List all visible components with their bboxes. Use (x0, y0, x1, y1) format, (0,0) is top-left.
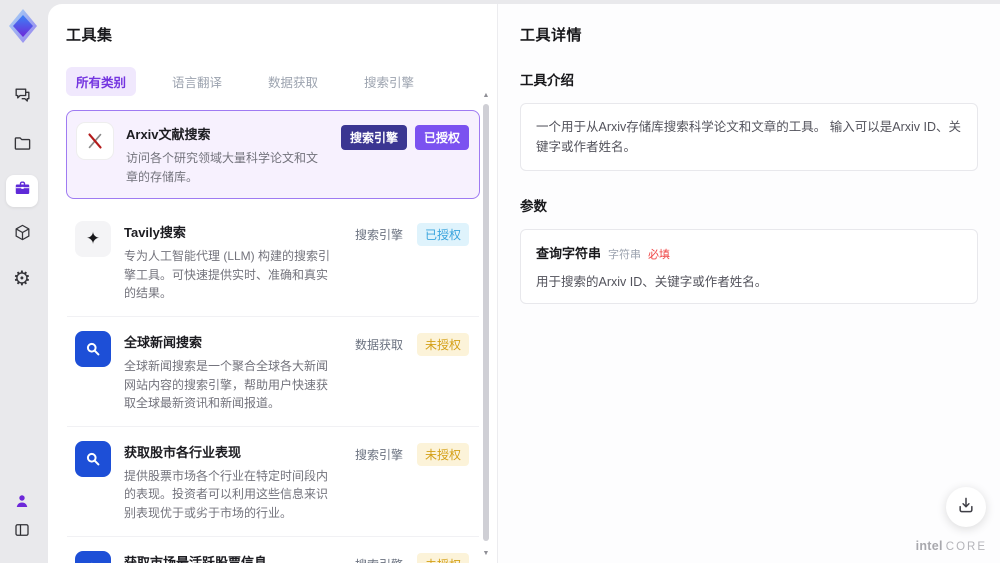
param-required-flag: 必填 (648, 249, 671, 261)
app-logo (6, 6, 40, 51)
sidebar-item-models[interactable] (6, 219, 38, 251)
auth-status-badge: 未授权 (416, 332, 469, 356)
category-tab[interactable]: 所有类别 (66, 67, 137, 96)
params-heading: 参数 (520, 199, 547, 214)
auth-status-badge: 未授权 (416, 442, 469, 466)
tool-info: Tavily搜索 专为人工智能代理 (LLM) 构建的搜索引擎工具。可快速提供实… (124, 221, 336, 303)
category-tabs: 所有类别 语言翻译 数据获取 搜索引擎 (66, 67, 479, 96)
category-badge: 搜索引擎 (354, 228, 403, 243)
tool-icon (75, 550, 111, 563)
tool-card[interactable]: 全球新闻搜索 全球新闻搜索是一个聚合全球各大新闻网站内容的搜索引擎，帮助用户快速… (66, 317, 480, 427)
tool-detail-pane: 工具详情 工具介绍 一个用于从Arxiv存储库搜索科学论文和文章的工具。 输入可… (498, 4, 1000, 563)
category-tab[interactable]: 语言翻译 (162, 67, 232, 96)
intro-heading: 工具介绍 (520, 73, 574, 88)
tool-icon (75, 440, 111, 477)
tool-badges: 搜索引擎 已授权 (349, 221, 469, 303)
detail-title: 工具详情 (520, 27, 583, 44)
brand-primary: intel (915, 539, 943, 553)
intel-core-logo: intel CORE (916, 539, 987, 553)
gear-icon: ⚙ (13, 268, 31, 290)
param-description: 用于搜索的Arxiv ID、关键字或作者姓名。 (536, 275, 768, 289)
toolset-pane: 工具集 所有类别 语言翻译 数据获取 搜索引擎 Arxiv文献搜索 访问各个研究… (48, 4, 498, 563)
tool-icon (77, 123, 113, 159)
tool-name: 获取市场最活跃股票信息 (124, 554, 268, 563)
tool-icon (75, 330, 111, 367)
tool-description: 全球新闻搜索是一个聚合全球各大新闻网站内容的搜索引擎，帮助用户快速获取全球最新资… (124, 358, 329, 411)
tool-info: 全球新闻搜索 全球新闻搜索是一个聚合全球各大新闻网站内容的搜索引擎，帮助用户快速… (124, 331, 336, 413)
tool-name: 获取股市各行业表现 (124, 444, 242, 460)
tool-info: 获取股市各行业表现 提供股票市场各个行业在特定时间段内的表现。投资者可以利用这些… (124, 441, 336, 523)
download-icon (956, 495, 976, 520)
tool-info: 获取市场最活跃股票信息 提供当天交易量最高的股票列表，投资者可以利用这些信息来识… (124, 551, 336, 563)
sidebar: ⚙ (0, 0, 48, 563)
sidebar-item-settings[interactable]: ⚙ (6, 263, 38, 295)
param-box: 查询字符串 字符串 必填 用于搜索的Arxiv ID、关键字或作者姓名。 (520, 229, 978, 304)
toolset-title: 工具集 (66, 27, 113, 44)
category-tab[interactable]: 搜索引擎 (354, 67, 424, 96)
tool-badges: 搜索引擎 已授权 (340, 123, 469, 186)
tool-list: Arxiv文献搜索 访问各个研究领域大量科学论文和文章的存储库。 搜索引擎 已授… (66, 110, 480, 563)
sidebar-item-files[interactable] (6, 130, 38, 162)
tool-card[interactable]: 获取市场最活跃股票信息 提供当天交易量最高的股票列表，投资者可以利用这些信息来识… (66, 537, 480, 563)
download-button[interactable] (946, 487, 986, 527)
tool-card[interactable]: ✦ Tavily搜索 专为人工智能代理 (LLM) 构建的搜索引擎工具。可快速提… (66, 207, 480, 317)
intro-text: 一个用于从Arxiv存储库搜索科学论文和文章的工具。 输入可以是Arxiv ID… (536, 120, 962, 154)
chat-icon (13, 86, 32, 110)
param-type: 字符串 (608, 249, 642, 261)
tool-icon: ✦ (75, 221, 111, 258)
category-badge: 搜索引擎 (349, 553, 409, 563)
tool-name: Arxiv文献搜索 (126, 127, 211, 142)
scroll-up-icon[interactable]: ▲ (482, 92, 490, 99)
panel-toggle-icon (13, 521, 31, 544)
category-badge: 搜索引擎 (354, 447, 403, 462)
tool-card[interactable]: 获取股市各行业表现 提供股票市场各个行业在特定时间段内的表现。投资者可以利用这些… (66, 427, 480, 537)
category-tab[interactable]: 数据获取 (258, 67, 328, 96)
auth-status-badge: 已授权 (414, 125, 469, 150)
cube-icon (13, 223, 32, 247)
sidebar-item-chat[interactable] (6, 82, 38, 114)
folder-icon (13, 134, 32, 158)
scroll-down-icon[interactable]: ▼ (482, 550, 490, 557)
tool-name: 全球新闻搜索 (124, 334, 203, 350)
main-panel: 工具集 所有类别 语言翻译 数据获取 搜索引擎 Arxiv文献搜索 访问各个研究… (48, 4, 1000, 563)
tool-description: 提供股票市场各个行业在特定时间段内的表现。投资者可以利用这些信息来识别表现优于或… (124, 468, 329, 520)
tool-description: 专为人工智能代理 (LLM) 构建的搜索引擎工具。可快速提供实时、准确和真实的结… (124, 249, 331, 301)
param-header: 查询字符串 字符串 必填 (536, 243, 962, 262)
intro-box: 一个用于从Arxiv存储库搜索科学论文和文章的工具。 输入可以是Arxiv ID… (520, 103, 978, 171)
auth-status-badge: 未授权 (416, 552, 469, 563)
scrollbar-thumb[interactable] (483, 104, 489, 541)
category-badge: 搜索引擎 (340, 125, 407, 150)
tool-name: Tavily搜索 (124, 225, 186, 241)
tool-badges: 搜索引擎 未授权 (349, 441, 469, 523)
brand-secondary: CORE (945, 541, 987, 553)
user-icon (13, 492, 31, 515)
category-badge: 数据获取 (354, 337, 403, 352)
sidebar-item-tools[interactable] (6, 175, 38, 207)
sidebar-item-account[interactable] (6, 487, 38, 519)
auth-status-badge: 已授权 (416, 223, 469, 247)
tool-description: 访问各个研究领域大量科学论文和文章的存储库。 (126, 151, 319, 184)
app-window: ⚙ 工具集 所有类别 语言翻译 数据获取 搜索引擎 Arxiv文献搜索 访问各个… (0, 0, 1000, 563)
tool-badges: 数据获取 未授权 (349, 331, 469, 413)
scrollbar[interactable]: ▲ ▼ (481, 92, 491, 557)
tool-info: Arxiv文献搜索 访问各个研究领域大量科学论文和文章的存储库。 (126, 123, 328, 186)
tool-badges: 搜索引擎 未授权 (349, 551, 469, 563)
sidebar-item-collapse[interactable] (6, 516, 38, 548)
param-name: 查询字符串 (536, 246, 602, 261)
toolbox-icon (13, 179, 32, 203)
tool-card[interactable]: Arxiv文献搜索 访问各个研究领域大量科学论文和文章的存储库。 搜索引擎 已授… (66, 110, 480, 200)
